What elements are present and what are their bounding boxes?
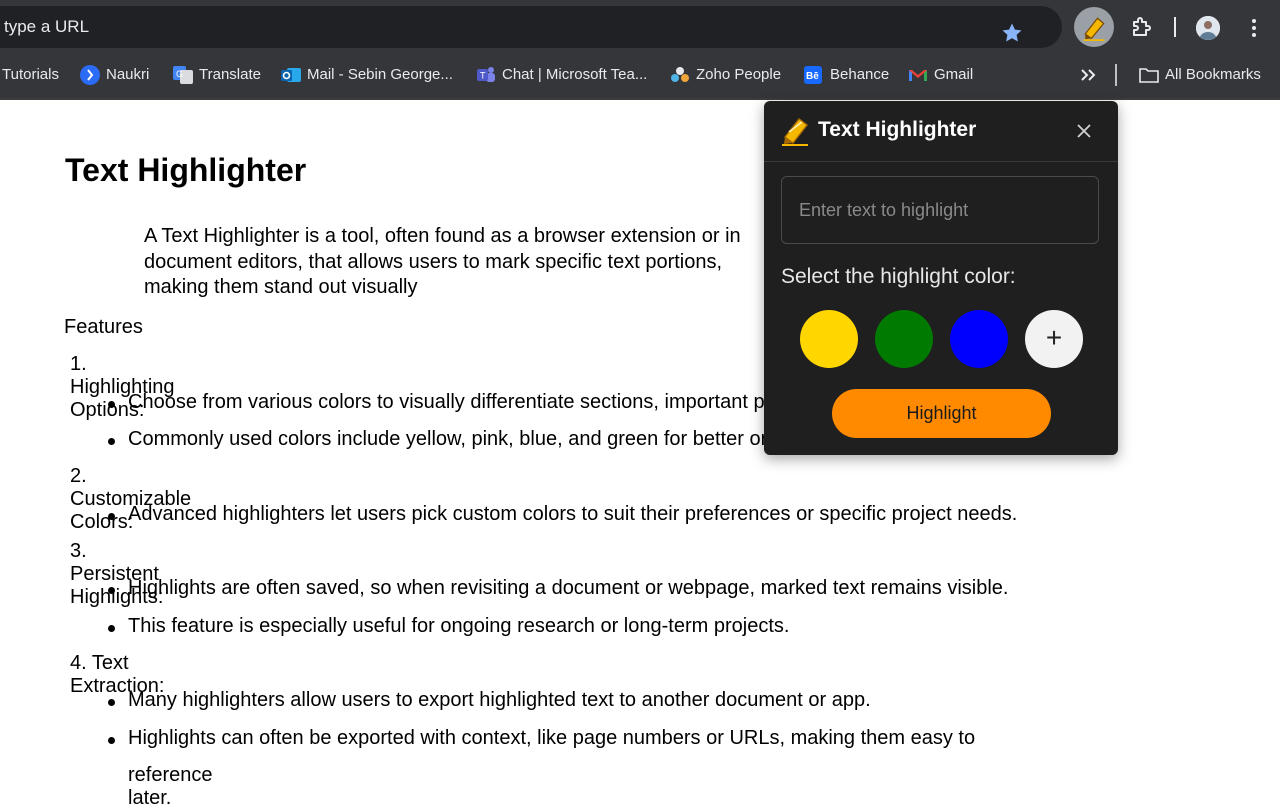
list-item: Commonly used colors include yellow, pin… bbox=[108, 428, 864, 450]
bookmark-label: Tutorials bbox=[2, 66, 59, 83]
color-select-label: Select the highlight color: bbox=[781, 265, 1016, 288]
google-translate-icon: G bbox=[173, 66, 193, 84]
add-color-button[interactable]: + bbox=[1025, 310, 1083, 368]
address-bar-text[interactable]: type a URL bbox=[4, 6, 89, 48]
folder-icon bbox=[1139, 68, 1159, 83]
svg-text:Bē: Bē bbox=[806, 71, 819, 82]
popup-title: Text Highlighter bbox=[818, 118, 977, 141]
gmail-icon bbox=[909, 70, 927, 81]
bookmark-star-icon[interactable] bbox=[1000, 21, 1024, 45]
feature-number: 2. bbox=[70, 465, 87, 487]
bookmarks-bar: Tutorials Naukri G Translate Mail - Sebi… bbox=[0, 52, 1280, 98]
bookmark-label: Mail - Sebin George... bbox=[307, 66, 453, 83]
list-item: This feature is especially useful for on… bbox=[107, 615, 790, 637]
close-icon[interactable] bbox=[1076, 123, 1092, 139]
highlight-button[interactable]: Highlight bbox=[832, 389, 1051, 438]
intro-paragraph: A Text Highlighter is a tool, often foun… bbox=[144, 225, 741, 298]
behance-icon: Bē bbox=[804, 66, 822, 84]
svg-text:G: G bbox=[176, 69, 183, 79]
list-item: Highlights can often be exported with co… bbox=[107, 727, 976, 749]
page-title: Text Highlighter bbox=[65, 152, 307, 188]
text-highlighter-extension-button[interactable] bbox=[1074, 7, 1114, 47]
naukri-icon bbox=[80, 65, 100, 85]
toolbar-divider bbox=[1174, 17, 1176, 37]
profile-avatar[interactable] bbox=[1196, 16, 1220, 40]
browser-chrome: type a URL Tutorials Naukri G Translate … bbox=[0, 0, 1280, 100]
highlighter-icon bbox=[782, 118, 808, 146]
list-item: Highlights are often saved, so when revi… bbox=[107, 577, 1009, 599]
outlook-icon bbox=[281, 68, 301, 82]
plus-icon: + bbox=[1045, 322, 1063, 353]
popup-header: Text Highlighter bbox=[764, 101, 1118, 162]
bookmark-label: Naukri bbox=[106, 66, 150, 83]
bookmark-label: Chat | Microsoft Tea... bbox=[502, 66, 648, 83]
bookmarks-divider bbox=[1115, 64, 1117, 86]
address-bar[interactable]: type a URL bbox=[0, 6, 1062, 48]
list-item-continuation: reference later. bbox=[128, 764, 213, 809]
bookmark-tutorials[interactable]: Tutorials bbox=[2, 52, 59, 98]
kebab-menu-icon[interactable] bbox=[1248, 16, 1260, 40]
color-swatch-green[interactable] bbox=[875, 310, 933, 368]
bookmark-label: Gmail bbox=[934, 66, 974, 83]
teams-icon: T bbox=[477, 67, 495, 82]
chevron-double-right-icon[interactable] bbox=[1079, 66, 1097, 84]
list-item: Advanced highlighters let users pick cus… bbox=[107, 503, 1018, 525]
feature-number: 4. bbox=[70, 652, 87, 674]
extensions-puzzle-icon[interactable] bbox=[1130, 15, 1154, 39]
profile-person-icon bbox=[1196, 16, 1220, 40]
bookmark-label: Translate bbox=[199, 66, 261, 83]
bookmark-label: Zoho People bbox=[696, 66, 782, 83]
list-item: Many highlighters allow users to export … bbox=[108, 689, 871, 711]
all-bookmarks-label: All Bookmarks bbox=[1165, 66, 1261, 83]
zoho-icon bbox=[671, 67, 689, 82]
browser-toolbar: type a URL bbox=[0, 0, 1280, 52]
text-highlighter-popup: Text Highlighter Select the highlight co… bbox=[764, 101, 1118, 455]
color-swatch-blue[interactable] bbox=[950, 310, 1008, 368]
features-heading: Features bbox=[64, 316, 143, 338]
svg-text:T: T bbox=[480, 71, 486, 81]
highlight-text-input[interactable] bbox=[781, 176, 1099, 244]
feature-number: 3. bbox=[70, 540, 87, 562]
feature-number: 1. bbox=[70, 353, 87, 375]
highlighter-icon bbox=[1083, 17, 1105, 41]
bookmark-label: Behance bbox=[830, 66, 890, 83]
color-swatch-yellow[interactable] bbox=[800, 310, 858, 368]
